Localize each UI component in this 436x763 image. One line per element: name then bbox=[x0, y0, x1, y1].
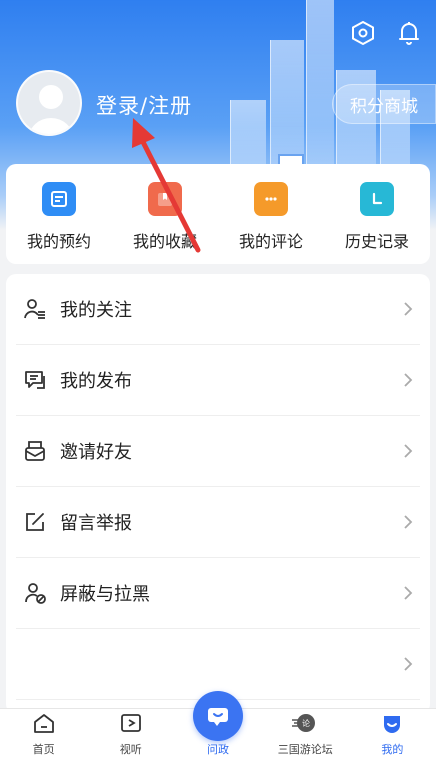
quick-label: 我的收藏 bbox=[132, 232, 197, 251]
quick-item-appointments[interactable]: 我的预约 bbox=[6, 164, 112, 264]
sanguo-forum-icon: 论 bbox=[290, 712, 320, 738]
tab-label: 视听 bbox=[119, 743, 142, 756]
report-edit-icon bbox=[20, 507, 50, 537]
home-icon bbox=[32, 712, 56, 738]
menu-item-block[interactable]: 屏蔽与拉黑 bbox=[16, 558, 420, 629]
quick-actions-card: 我的预约 我的收藏 我的评论 历史记录 bbox=[6, 164, 430, 264]
chevron-right-icon bbox=[398, 441, 418, 461]
chevron-right-icon bbox=[398, 299, 418, 319]
login-register-link[interactable]: 登录/注册 bbox=[96, 90, 192, 120]
quick-item-favorites[interactable]: 我的收藏 bbox=[112, 164, 218, 264]
points-mall-button[interactable]: 积分商城 bbox=[332, 84, 436, 124]
tab-label: 三国游论坛 bbox=[277, 743, 333, 756]
settings-hex-icon[interactable] bbox=[350, 18, 376, 48]
menu-item-report[interactable]: 留言举报 bbox=[16, 487, 420, 558]
menu-item-invite[interactable]: 邀请好友 bbox=[16, 416, 420, 487]
avatar[interactable] bbox=[16, 70, 82, 136]
wenzheng-chat-icon bbox=[193, 691, 243, 741]
menu-label: 我的关注 bbox=[60, 300, 132, 321]
quick-label: 我的预约 bbox=[26, 232, 91, 251]
follow-user-icon bbox=[20, 294, 50, 324]
svg-text:论: 论 bbox=[302, 718, 310, 728]
chevron-right-icon bbox=[398, 583, 418, 603]
bookmark-icon bbox=[148, 182, 182, 216]
quick-label: 我的评论 bbox=[238, 232, 303, 251]
menu-list: 我的关注 我的发布 邀请好友 留言举报 屏蔽与拉黑 bbox=[6, 274, 430, 714]
comment-icon bbox=[254, 182, 288, 216]
tab-home[interactable]: 首页 bbox=[0, 709, 87, 763]
tab-sanguo-forum[interactable]: 论 三国游论坛 bbox=[262, 709, 349, 763]
menu-label: 留言举报 bbox=[60, 513, 132, 534]
bell-icon[interactable] bbox=[396, 18, 422, 48]
me-icon bbox=[380, 712, 404, 738]
tab-label: 首页 bbox=[32, 743, 55, 756]
quick-label: 历史记录 bbox=[344, 232, 409, 251]
chevron-right-icon bbox=[398, 512, 418, 532]
quick-item-history[interactable]: 历史记录 bbox=[324, 164, 430, 264]
tab-wenzheng[interactable]: 问政 bbox=[174, 691, 261, 763]
publish-chat-icon bbox=[20, 365, 50, 395]
chevron-right-icon bbox=[398, 654, 418, 674]
menu-label: 屏蔽与拉黑 bbox=[60, 584, 150, 605]
menu-item-following[interactable]: 我的关注 bbox=[16, 274, 420, 345]
quick-item-comments[interactable]: 我的评论 bbox=[218, 164, 324, 264]
blank-icon bbox=[20, 649, 50, 679]
menu-label: 邀请好友 bbox=[60, 442, 132, 463]
tab-label: 我的 bbox=[381, 743, 404, 756]
history-icon bbox=[360, 182, 394, 216]
skyline-decoration bbox=[306, 0, 334, 190]
tab-label: 问政 bbox=[207, 743, 229, 756]
invite-envelope-icon bbox=[20, 436, 50, 466]
chevron-right-icon bbox=[398, 370, 418, 390]
block-user-icon bbox=[20, 578, 50, 608]
tab-video[interactable]: 视听 bbox=[87, 709, 174, 763]
menu-item-publish[interactable]: 我的发布 bbox=[16, 345, 420, 416]
appointment-icon bbox=[42, 182, 76, 216]
bottom-tab-bar: 首页 视听 问政 论 三国游论坛 我的 bbox=[0, 691, 436, 763]
menu-label: 我的发布 bbox=[60, 371, 132, 392]
tab-me[interactable]: 我的 bbox=[349, 709, 436, 763]
menu-item-empty[interactable] bbox=[16, 629, 420, 700]
header-actions bbox=[350, 18, 422, 48]
video-play-icon bbox=[119, 712, 143, 738]
